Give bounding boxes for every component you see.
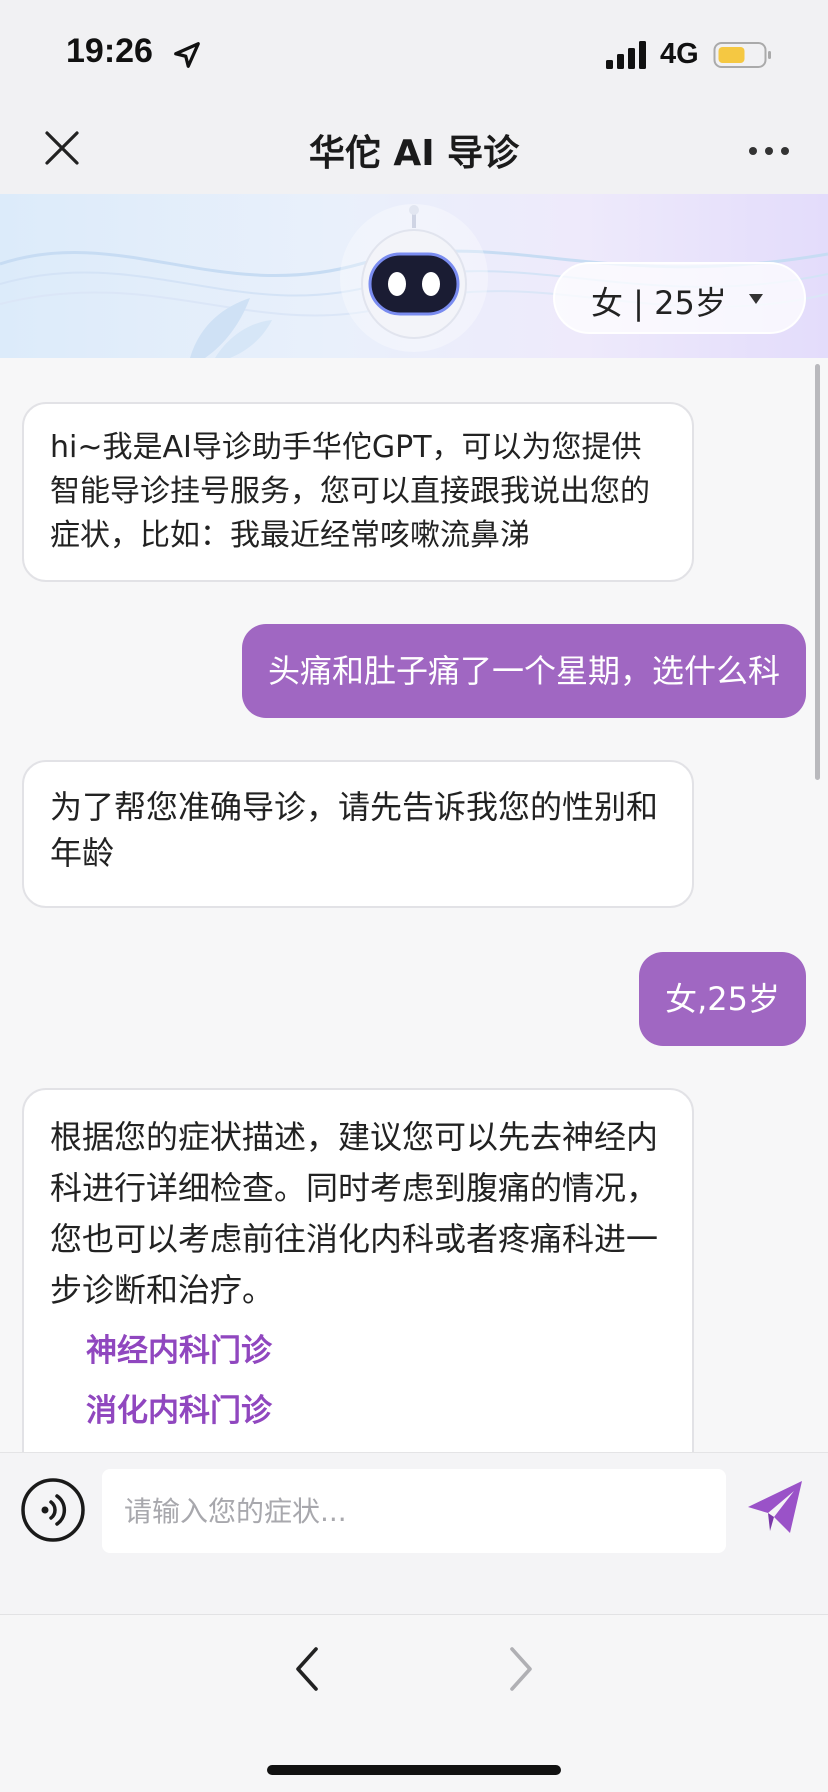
send-icon[interactable]: [744, 1477, 806, 1539]
browser-bottom-bar: [0, 1614, 828, 1792]
message-text: 为了帮您准确导诊，请先告诉我您的性别和年龄: [50, 788, 659, 872]
chat-area[interactable]: hi~我是AI导诊助手华佗GPT，可以为您提供智能导诊挂号服务，您可以直接跟我说…: [0, 358, 828, 1452]
home-indicator: [267, 1765, 561, 1775]
caret-down-icon: [749, 294, 763, 304]
battery-icon: [713, 42, 771, 68]
more-icon[interactable]: [746, 136, 792, 166]
message-text: 根据您的症状描述，建议您可以先去神经内科进行详细检查。同时考虑到腹痛的情况，您也…: [50, 1118, 659, 1309]
symptom-input[interactable]: [102, 1469, 726, 1553]
scrollbar[interactable]: [815, 364, 820, 780]
status-time: 19:26: [66, 32, 153, 70]
assistant-banner: 女 | 25岁: [0, 194, 828, 358]
page-title: 华佗 AI 导诊: [308, 133, 520, 174]
profile-label: 女 | 25岁: [591, 284, 727, 322]
voice-icon[interactable]: [20, 1477, 86, 1543]
user-message: 女,25岁: [639, 952, 806, 1046]
department-link-gastroenterology[interactable]: 消化内科门诊: [86, 1386, 666, 1436]
message-text: 女,25岁: [665, 980, 780, 1018]
back-icon[interactable]: [290, 1645, 324, 1693]
bot-message: 根据您的症状描述，建议您可以先去神经内科进行详细检查。同时考虑到腹痛的情况，您也…: [22, 1088, 694, 1452]
signal-icon: [606, 41, 646, 69]
input-bar: [0, 1452, 828, 1614]
message-text: 头痛和肚子痛了一个星期，选什么科: [267, 652, 780, 690]
forward-icon[interactable]: [504, 1645, 538, 1693]
department-link-neurology[interactable]: 神经内科门诊: [86, 1326, 666, 1376]
robot-avatar: [361, 205, 467, 339]
user-message: 头痛和肚子痛了一个星期，选什么科: [241, 624, 806, 718]
bot-message: hi~我是AI导诊助手华佗GPT，可以为您提供智能导诊挂号服务，您可以直接跟我说…: [22, 402, 694, 582]
nav-bar: 华佗 AI 导诊: [0, 108, 828, 194]
profile-selector[interactable]: 女 | 25岁: [553, 262, 806, 334]
status-bar: 19:26 4G: [0, 0, 828, 108]
message-text: hi~我是AI导诊助手华佗GPT，可以为您提供智能导诊挂号服务，您可以直接跟我说…: [50, 430, 650, 553]
bot-message: 为了帮您准确导诊，请先告诉我您的性别和年龄: [22, 760, 694, 908]
network-label: 4G: [660, 38, 699, 70]
location-arrow-icon: [174, 42, 200, 68]
